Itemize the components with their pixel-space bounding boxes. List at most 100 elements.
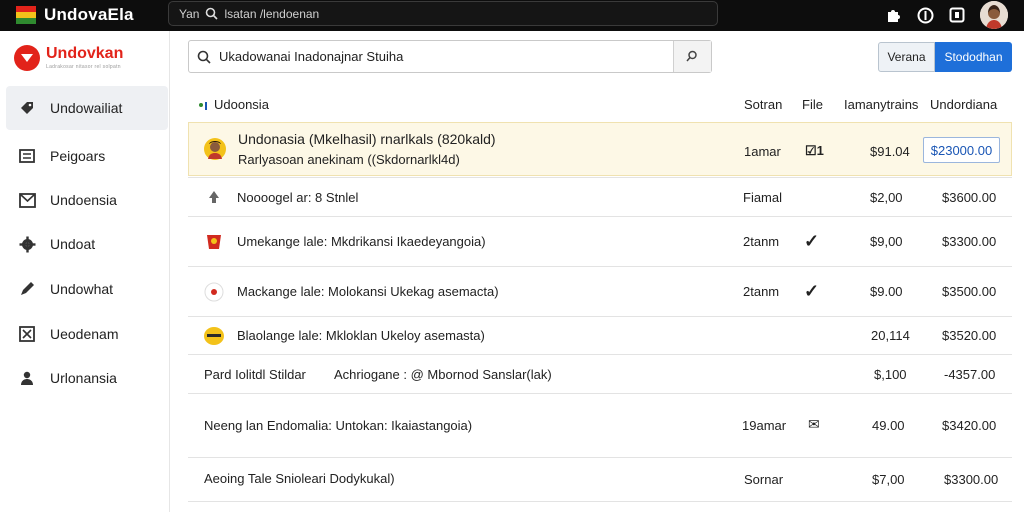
sidebar-item-label: Undoensia [50, 192, 117, 208]
gear-icon [18, 235, 36, 253]
table-row[interactable]: Undonasia (Mkelhasil) rnarlkals (820kald… [188, 122, 1012, 176]
cell-total: -4357.00 [944, 367, 996, 382]
sidebar-item-label: Undowhat [50, 281, 114, 297]
puzzle-icon[interactable] [884, 6, 902, 24]
user-icon [18, 369, 36, 387]
badge-icon [202, 230, 226, 254]
row-subtitle: Rarlyasoan anekinam ((Skdornarlkl4d) [238, 152, 460, 167]
cell-file[interactable]: ✓ [804, 231, 819, 252]
search-icon [686, 50, 697, 62]
cell-sotran: Sornar [744, 472, 784, 487]
brand-logo-icon [16, 6, 36, 24]
cell-price: 20,114 [871, 328, 910, 343]
edit-box-icon[interactable] [948, 6, 966, 24]
table-row-divider [188, 501, 1012, 512]
table-title: Udoonsia [214, 97, 269, 112]
table-row[interactable]: Neeng lan Endomalia: Untokan: Ikaiastang… [188, 393, 1012, 457]
table-row[interactable]: Umekange lale: Mkdrikansi Ikaedeyangoia)… [188, 216, 1012, 266]
primary-button[interactable]: Stododhan [935, 42, 1012, 72]
row-title: Blaolange lale: Mkloklan Ukeloy asemasta… [237, 328, 485, 343]
cell-total: $3300.00 [944, 472, 999, 487]
row-extra[interactable]: Achriogane : @ Mbornod Sanslar(lak) [334, 367, 552, 382]
cell-total: $3500.00 [942, 284, 997, 299]
cell-price: $9.00 [870, 284, 903, 299]
cell-total: $3300.00 [942, 234, 997, 249]
cell-file[interactable]: ☑1 [805, 143, 824, 159]
cell-sotran: 2tanm [743, 234, 780, 249]
list-icon [18, 147, 36, 165]
table-row[interactable]: Mackange lale: Molokansi Ukekag asemacta… [188, 266, 1012, 316]
cell-price: $2,00 [870, 190, 903, 205]
row-title: Noooogel ar: 8 Stnlel [237, 190, 359, 205]
cell-total: $3420.00 [942, 418, 997, 433]
search-submit-button[interactable] [673, 41, 711, 72]
checkbox-icon [18, 325, 36, 343]
row-title: Neeng lan Endomalia: Untokan: Ikaiastang… [204, 418, 473, 433]
top-search-text: lsatan /lendoenan [224, 6, 320, 21]
sidebar-logo-name: Undovkan [46, 45, 124, 62]
row-title: Umekange lale: Mkdrikansi Ikaedeyangoia) [237, 234, 486, 249]
mail-icon [18, 191, 36, 209]
cell-price: $9,00 [870, 234, 903, 249]
sidebar-item-ueodenam[interactable]: Ueodenam [6, 312, 168, 356]
cell-sotran: 1amar [744, 144, 781, 159]
main-search-value: Ukadowanai Inadonajnar Stuiha [219, 49, 404, 64]
info-icon[interactable] [916, 6, 934, 24]
cell-price: $,100 [874, 367, 907, 382]
sidebar-item-urlonansia[interactable]: Urlonansia [6, 356, 168, 400]
sidebar-item-label: Undowailiat [50, 100, 123, 116]
sidebar-item-label: Ueodenam [50, 326, 119, 342]
arrow-icon [202, 185, 226, 209]
sidebar-item-undoat[interactable]: Undoat [6, 222, 168, 266]
top-search-prefix: Yan [179, 6, 200, 21]
flag-icon [202, 280, 226, 304]
row-title: Aeoing Tale Snioleari Dodykukal) [204, 471, 395, 486]
column-header[interactable]: File [802, 97, 823, 112]
tag-icon [18, 99, 36, 117]
column-header[interactable]: Sotran [744, 97, 782, 112]
dot-indicator-icon [198, 99, 208, 114]
sidebar-logo[interactable]: Undovkan Ladrakosar nitasor rel solpatn [14, 45, 123, 71]
sidebar-item-label: Undoat [50, 236, 96, 252]
top-bar: UndovaEla Yan lsatan /lendoenan [0, 0, 1024, 31]
row-title: Pard Iolitdl Stildar [204, 367, 306, 382]
column-header[interactable]: Undordiana [930, 97, 997, 112]
search-icon [206, 7, 219, 20]
brand[interactable]: UndovaEla [16, 4, 134, 26]
table-row[interactable]: Aeoing Tale Snioleari Dodykukal) Sornar … [188, 457, 1012, 501]
table-row[interactable]: Noooogel ar: 8 Stnlel Fiamal $2,00 $3600… [188, 177, 1012, 216]
table-row[interactable]: Pard Iolitdl Stildar Achriogane : @ Mbor… [188, 354, 1012, 393]
row-title: Mackange lale: Molokansi Ukekag asemacta… [237, 284, 499, 299]
cell-sotran: 19amar [742, 418, 787, 433]
row-title: Undonasia (Mkelhasil) rnarlkals (820kald… [238, 131, 496, 147]
pen-icon [18, 280, 36, 298]
sidebar-item-undowailiat[interactable]: Undowailiat [6, 86, 168, 130]
sidebar-item-label: Urlonansia [50, 370, 117, 386]
secondary-button[interactable]: Verana [878, 42, 935, 72]
sidebar-item-undowhat[interactable]: Undowhat [6, 267, 168, 311]
column-header[interactable]: Iamanytrains [844, 97, 918, 112]
cell-total: $3520.00 [942, 328, 997, 343]
cell-sotran: 2tanm [743, 284, 780, 299]
table-row[interactable]: Blaolange lale: Mkloklan Ukeloy asemasta… [188, 316, 1012, 354]
cell-total-input[interactable]: $23000.00 [923, 137, 1000, 163]
cell-price: $7,00 [872, 472, 905, 487]
avatar[interactable] [980, 1, 1008, 29]
cell-price: 49.00 [872, 418, 905, 433]
cell-price: $91.04 [870, 144, 910, 159]
cell-total: $3600.00 [942, 190, 997, 205]
table-header: Udoonsia Sotran File Iamanytrains Undord… [188, 90, 1012, 118]
search-icon [189, 41, 219, 72]
cell-file[interactable]: ✉ [808, 416, 820, 433]
sidebar-item-peigoars[interactable]: Peigoars [6, 134, 168, 178]
top-icons [884, 1, 1008, 29]
cell-file[interactable]: ✓ [804, 281, 819, 302]
sidebar: Undovkan Ladrakosar nitasor rel solpatn … [0, 31, 170, 512]
main-search-input[interactable]: Ukadowanai Inadonajnar Stuiha [188, 40, 712, 73]
sidebar-logo-sub: Ladrakosar nitasor rel solpatn [46, 64, 121, 70]
logo-icon [14, 45, 40, 71]
emoji-icon [202, 324, 226, 348]
top-search-input[interactable]: Yan lsatan /lendoenan [168, 1, 718, 26]
sidebar-item-undoensia[interactable]: Undoensia [6, 178, 168, 222]
cell-sotran: Fiamal [743, 190, 783, 205]
